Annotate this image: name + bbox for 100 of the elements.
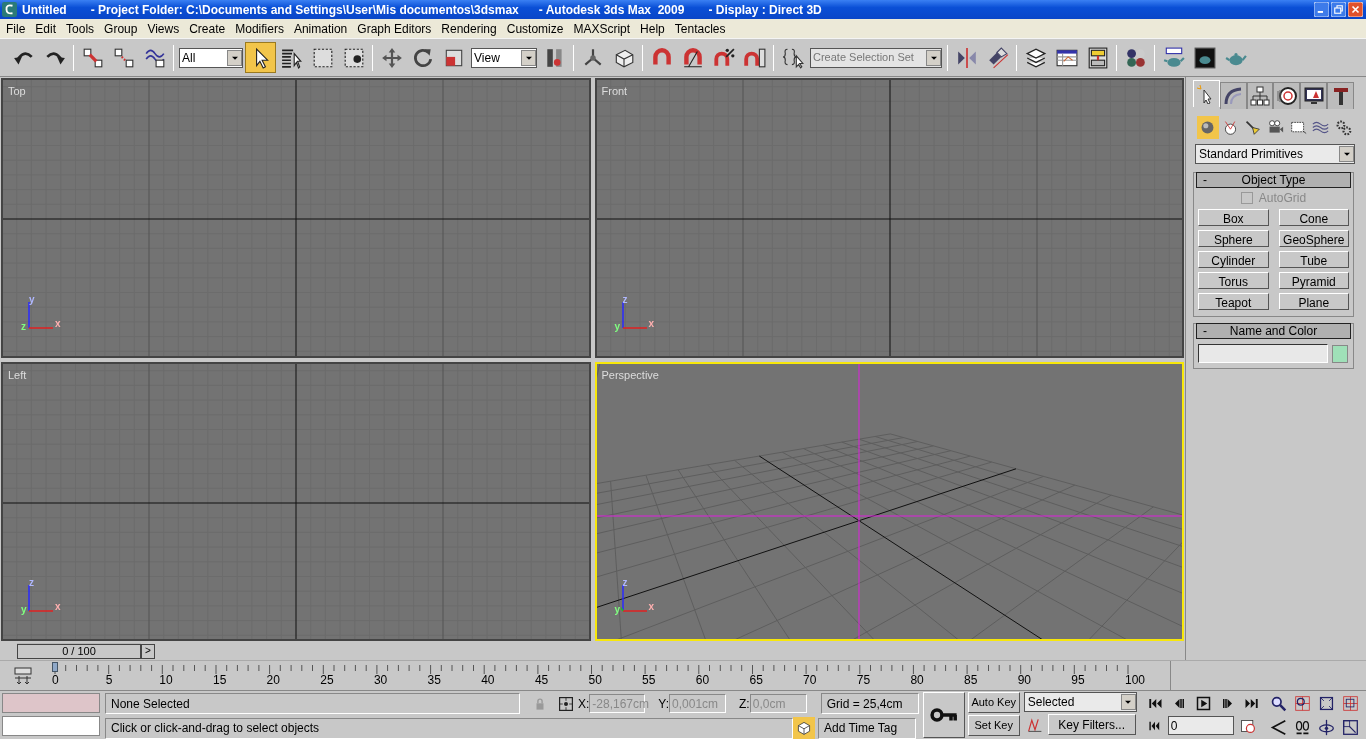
menu-item[interactable]: Help xyxy=(635,19,670,38)
z-label: Z: xyxy=(739,695,750,713)
menu-item[interactable]: Graph Editors xyxy=(352,19,437,38)
category-button[interactable] xyxy=(1197,116,1219,139)
next-frame-button[interactable]: > xyxy=(141,643,155,659)
current-frame-field[interactable]: 0 xyxy=(1167,716,1234,735)
frame-number: 0 xyxy=(52,673,59,687)
y-label: Y: xyxy=(658,695,670,713)
set-key-button[interactable]: Set Key xyxy=(967,715,1020,736)
angle-magnet-icon xyxy=(681,46,704,69)
object-type-button[interactable]: Box xyxy=(1198,209,1269,226)
four-way-arrow-icon xyxy=(380,46,403,69)
key-mode-dropdown[interactable]: Selected xyxy=(1023,692,1137,712)
mirror-icon xyxy=(955,46,978,69)
menu-item[interactable]: Modifiers xyxy=(230,19,289,38)
viewport[interactable]: Perspective z y x xyxy=(594,361,1184,642)
object-type-button[interactable]: Pyramid xyxy=(1278,272,1349,289)
minimize-button[interactable] xyxy=(1314,2,1329,17)
add-time-tag-field[interactable]: Add Time Tag xyxy=(818,717,916,739)
window-title: Untitled xyxy=(22,1,67,19)
menu-item[interactable]: File xyxy=(1,19,31,38)
menu-item[interactable]: Create xyxy=(184,19,231,38)
command-panel-tab[interactable] xyxy=(1246,82,1274,109)
app-logo-icon xyxy=(2,2,17,17)
menu-item[interactable]: Views xyxy=(142,19,185,38)
project-folder-path: - Project Folder: C:\Documents and Settings\User\Mis documentos\3dsmax xyxy=(90,1,519,19)
command-panel-tab[interactable] xyxy=(1273,82,1301,109)
frame-number: 55 xyxy=(642,673,656,687)
object-type-button[interactable]: Cone xyxy=(1278,209,1349,226)
selection-status: None Selected xyxy=(105,693,520,714)
command-panel-tab[interactable] xyxy=(1300,82,1328,109)
menu-item[interactable]: Edit xyxy=(30,19,62,38)
axis-label: y xyxy=(21,605,27,616)
menu-item[interactable]: Animation xyxy=(288,19,353,38)
viewport[interactable]: Front z y x xyxy=(594,78,1184,358)
frame-number: 30 xyxy=(373,673,388,687)
zoom-all-icon xyxy=(1293,695,1311,712)
primitive-type-dropdown[interactable]: Standard Primitives xyxy=(1195,144,1355,164)
viewport-label: Left xyxy=(8,367,27,383)
viewport-layout-icon xyxy=(12,665,33,686)
set-keys-button[interactable] xyxy=(922,692,965,738)
axis-label: y xyxy=(614,605,621,616)
rollout-header[interactable]: - Object Type xyxy=(1196,172,1351,188)
frame-number: 70 xyxy=(803,673,817,687)
axis-label: y xyxy=(29,294,35,305)
zoom-extents-all-icon xyxy=(1341,695,1359,712)
object-type-button[interactable]: Teapot xyxy=(1198,293,1269,310)
object-type-button[interactable]: GeoSphere xyxy=(1278,230,1349,247)
viewport[interactable]: Left z y x xyxy=(1,361,591,642)
rollout-header[interactable]: - Name and Color xyxy=(1196,323,1351,339)
time-slider-thumb[interactable]: 0 / 100 xyxy=(17,643,141,659)
object-type-button[interactable]: Cylinder xyxy=(1198,251,1269,268)
toolbar-button[interactable] xyxy=(245,42,276,73)
percent-magnet-icon xyxy=(712,46,735,69)
toolbar-dropdown[interactable]: All xyxy=(179,47,243,68)
close-button[interactable] xyxy=(1348,2,1363,17)
object-type-button[interactable]: Tube xyxy=(1278,251,1349,268)
auto-key-button[interactable]: Auto Key xyxy=(967,692,1020,713)
go-to-start-icon xyxy=(1147,696,1163,711)
go-to-end-icon xyxy=(1243,696,1259,711)
toolbar-dropdown[interactable]: View xyxy=(471,47,537,68)
curve-graph-icon xyxy=(1026,716,1043,733)
frame-number: 75 xyxy=(856,673,871,687)
menu-item[interactable]: Rendering xyxy=(436,19,502,38)
command-panel-tab[interactable] xyxy=(1219,82,1247,109)
object-type-button[interactable]: Torus xyxy=(1198,272,1269,289)
rotate-arrow-icon xyxy=(411,46,434,69)
viewport[interactable]: Top y z x xyxy=(1,78,591,358)
menu-item[interactable]: Tools xyxy=(61,19,100,38)
selection-set-field[interactable]: Create Selection Set xyxy=(810,47,942,68)
display-driver: - Display : Direct 3D xyxy=(708,1,822,19)
key-filters-button[interactable]: Key Filters... xyxy=(1047,714,1136,735)
menu-item[interactable]: Customize xyxy=(501,19,569,38)
time-position-marker xyxy=(52,662,58,672)
object-type-button[interactable]: Sphere xyxy=(1198,230,1269,247)
object-color-swatch[interactable] xyxy=(1332,344,1348,363)
layers-icon xyxy=(1024,46,1047,69)
time-tag-button[interactable] xyxy=(793,717,815,739)
restore-button[interactable] xyxy=(1331,2,1346,17)
unlink-icon xyxy=(112,46,135,69)
spinner-magnet-icon xyxy=(743,46,766,69)
braces-cursor-icon xyxy=(781,46,804,69)
absolute-mode-button[interactable] xyxy=(558,695,574,712)
listener-input-field[interactable] xyxy=(2,716,100,736)
zoom-extents-icon xyxy=(1317,695,1335,712)
viewport-label: Top xyxy=(8,84,26,99)
frame-number: 50 xyxy=(588,673,602,687)
object-type-button[interactable]: Plane xyxy=(1278,293,1349,310)
listener-output-field[interactable] xyxy=(2,693,100,713)
menu-item[interactable]: Group xyxy=(99,19,143,38)
frame-number: 25 xyxy=(320,673,334,687)
axis-label: z xyxy=(29,578,34,589)
menu-item[interactable]: Tentacles xyxy=(669,19,731,38)
axis-tripod-icon xyxy=(27,585,55,614)
viewport-label: Front xyxy=(601,84,628,99)
link-chain-icon xyxy=(81,46,104,69)
command-panel-tab[interactable] xyxy=(1327,82,1354,109)
menu-item[interactable]: MAXScript xyxy=(568,19,636,38)
axis-label: x xyxy=(55,318,61,329)
object-name-field[interactable] xyxy=(1198,344,1328,363)
